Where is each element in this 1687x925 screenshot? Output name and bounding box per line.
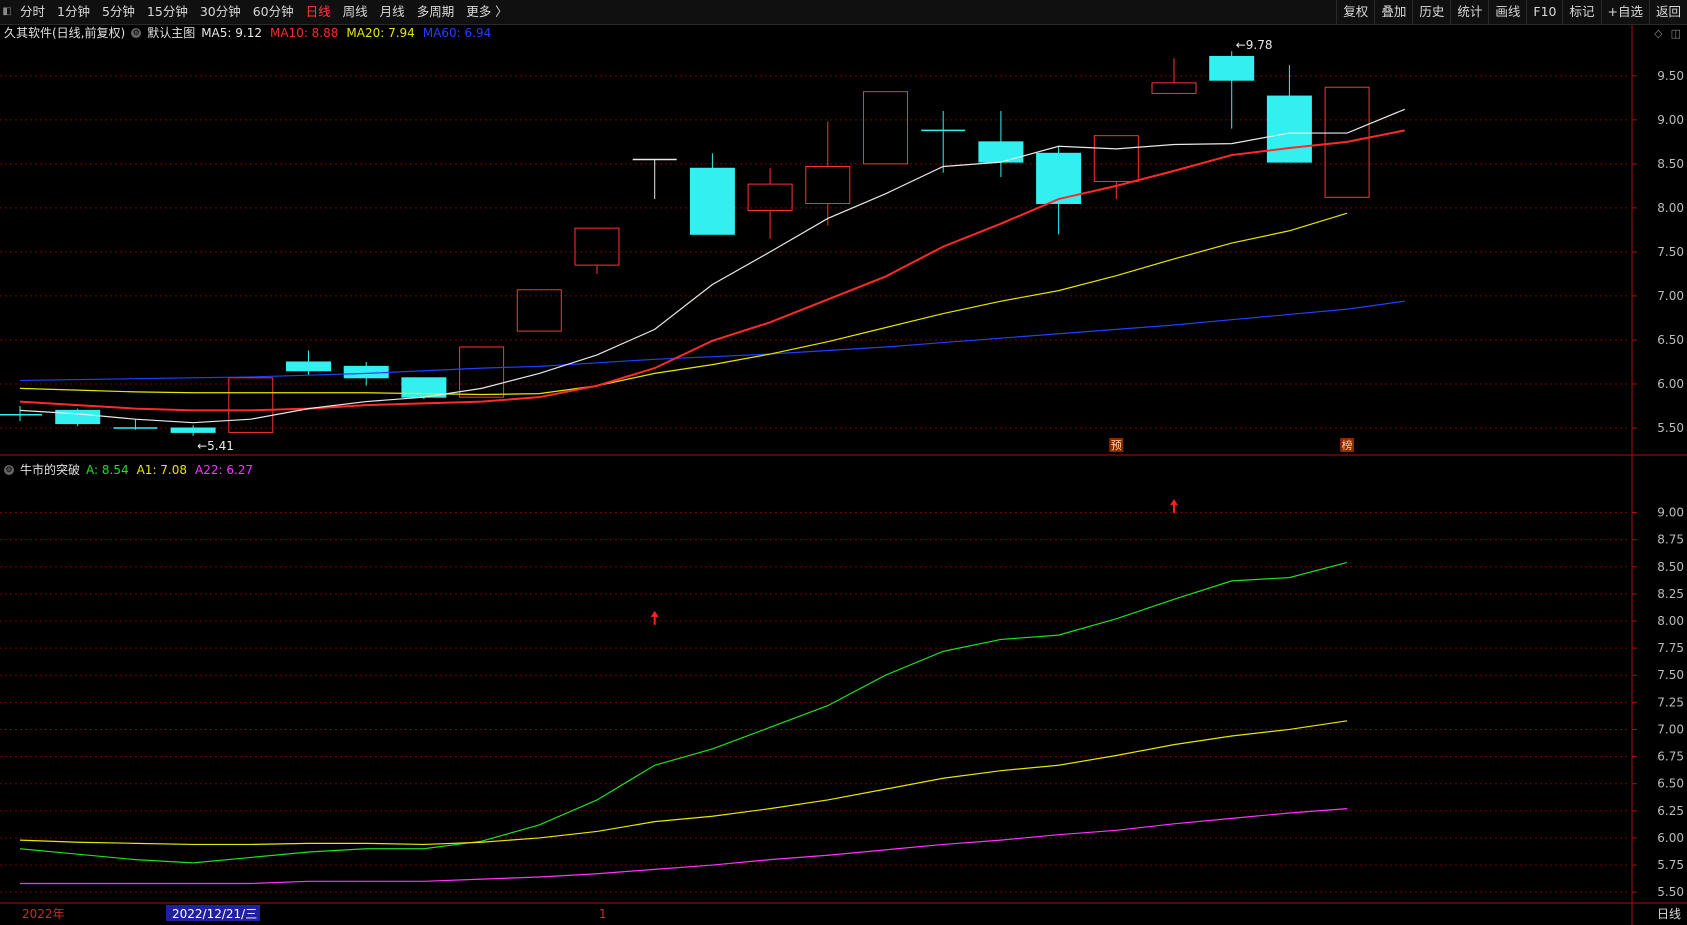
ind-tick-label-8: 7.00: [1657, 722, 1684, 736]
candle-body-up: [747, 183, 793, 212]
ind-tick-label-4: 8.00: [1657, 614, 1684, 628]
ind-tick-label-10: 6.50: [1657, 777, 1684, 791]
tool-button-4[interactable]: 画线: [1488, 0, 1526, 24]
kline-chart[interactable]: 9.50 9.00 8.50 8.00 7.50 7.00 6.50 6.00 5.50 9.00…: [0, 25, 1687, 925]
x-axis-label-1: 2022/12/21/三: [172, 907, 257, 921]
candle-body-down: [170, 427, 216, 433]
candle-body-up: [1151, 82, 1197, 94]
ind-tick-label-6: 7.50: [1657, 668, 1684, 682]
tool-button-5[interactable]: F10: [1526, 0, 1562, 24]
main-tick-label-0: 9.50: [1657, 69, 1684, 83]
tool-button-7[interactable]: +自选: [1600, 0, 1649, 24]
period-tab-10[interactable]: 更多 〉: [460, 0, 513, 24]
ind-tick-label-5: 7.75: [1657, 641, 1684, 655]
candle-body-up: [1093, 135, 1139, 182]
x-axis-label-2: 1: [599, 907, 607, 921]
tool-buttons: 复权 叠加 历史 统计 画线 F10 标记 +自选 返回: [1336, 0, 1687, 24]
main-tick-label-7: 6.00: [1657, 377, 1684, 391]
ind-tick-label-1: 8.75: [1657, 533, 1684, 547]
indicator-line-A: [19, 561, 1348, 864]
ind-tick-label-7: 7.25: [1657, 695, 1684, 709]
tool-button-6[interactable]: 标记: [1562, 0, 1600, 24]
ma20-line: [19, 212, 1348, 396]
main-tick-label-6: 6.50: [1657, 333, 1684, 347]
ind-tick-label-11: 6.25: [1657, 804, 1684, 818]
period-tab-1[interactable]: 1分钟: [51, 0, 96, 24]
candle-body-up: [805, 166, 851, 204]
ind-tick-label-13: 5.75: [1657, 858, 1684, 872]
period-tab-8[interactable]: 月线: [374, 0, 411, 24]
event-marker-0: 预: [1111, 439, 1122, 452]
candle-body-up: [574, 227, 620, 266]
period-tab-7[interactable]: 周线: [337, 0, 374, 24]
candle-body-down: [978, 141, 1024, 163]
period-indicator[interactable]: 日线: [1657, 904, 1681, 924]
indicator-line-A22: [20, 808, 1348, 885]
price-annotation-0: ←5.41: [197, 439, 234, 453]
ind-tick-label-9: 6.75: [1657, 750, 1684, 764]
signal-arrow-head-1: [1170, 499, 1178, 506]
indicator-line-A1: [19, 720, 1348, 846]
candle-body-down: [689, 167, 735, 235]
candle-body-down: [1266, 95, 1312, 163]
signal-arrow-head-0: [650, 610, 659, 617]
ind-tick-label-3: 8.25: [1657, 587, 1684, 601]
main-tick-label-5: 7.00: [1657, 289, 1684, 303]
candle-body-up: [228, 377, 274, 433]
period-tab-9[interactable]: 多周期: [411, 0, 461, 24]
period-tab-4[interactable]: 30分钟: [194, 0, 247, 24]
candle-body-down: [286, 361, 331, 372]
tool-button-0[interactable]: 复权: [1336, 0, 1374, 24]
candle-body-up: [516, 289, 562, 332]
main-tick-label-3: 8.00: [1657, 201, 1684, 215]
x-axis-label-0: 2022年: [22, 907, 65, 921]
event-marker-1: 榜: [1342, 438, 1353, 452]
period-tab-6[interactable]: 日线: [300, 0, 337, 24]
ind-tick-label-0: 9.00: [1657, 506, 1684, 520]
main-tick-label-4: 7.50: [1657, 245, 1684, 259]
main-tick-label-2: 8.50: [1657, 157, 1684, 171]
ind-tick-label-12: 6.00: [1657, 831, 1684, 845]
tool-button-2[interactable]: 历史: [1412, 0, 1450, 24]
period-tab-3[interactable]: 15分钟: [141, 0, 194, 24]
candle-body-up: [863, 91, 908, 165]
period-tab-0[interactable]: 分时: [14, 0, 51, 24]
candle-body-down: [343, 365, 389, 379]
tool-button-8[interactable]: 返回: [1648, 0, 1687, 24]
main-tick-label-1: 9.00: [1657, 113, 1684, 127]
window-corner-icon[interactable]: ◧: [0, 0, 14, 24]
candle-body-up: [459, 346, 505, 398]
period-toolbar: ◧ 分时 1分钟 5分钟 15分钟 30分钟 60分钟 日线 周线 月线 多周期 更多 〉 复权 叠加…: [0, 0, 1687, 25]
ind-tick-label-2: 8.50: [1657, 560, 1684, 574]
period-tab-5[interactable]: 60分钟: [247, 0, 300, 24]
tool-button-1[interactable]: 叠加: [1374, 0, 1412, 24]
main-tick-label-8: 5.50: [1657, 421, 1684, 435]
tool-button-3[interactable]: 统计: [1450, 0, 1488, 24]
period-tabs: 分时 1分钟 5分钟 15分钟 30分钟 60分钟 日线 周线 月线 多周期 更多 〉: [14, 0, 514, 24]
period-tab-2[interactable]: 5分钟: [96, 0, 141, 24]
ind-tick-label-14: 5.50: [1657, 885, 1684, 899]
candle-body-down: [1209, 55, 1255, 81]
price-annotation-1: ←9.78: [1236, 38, 1273, 52]
